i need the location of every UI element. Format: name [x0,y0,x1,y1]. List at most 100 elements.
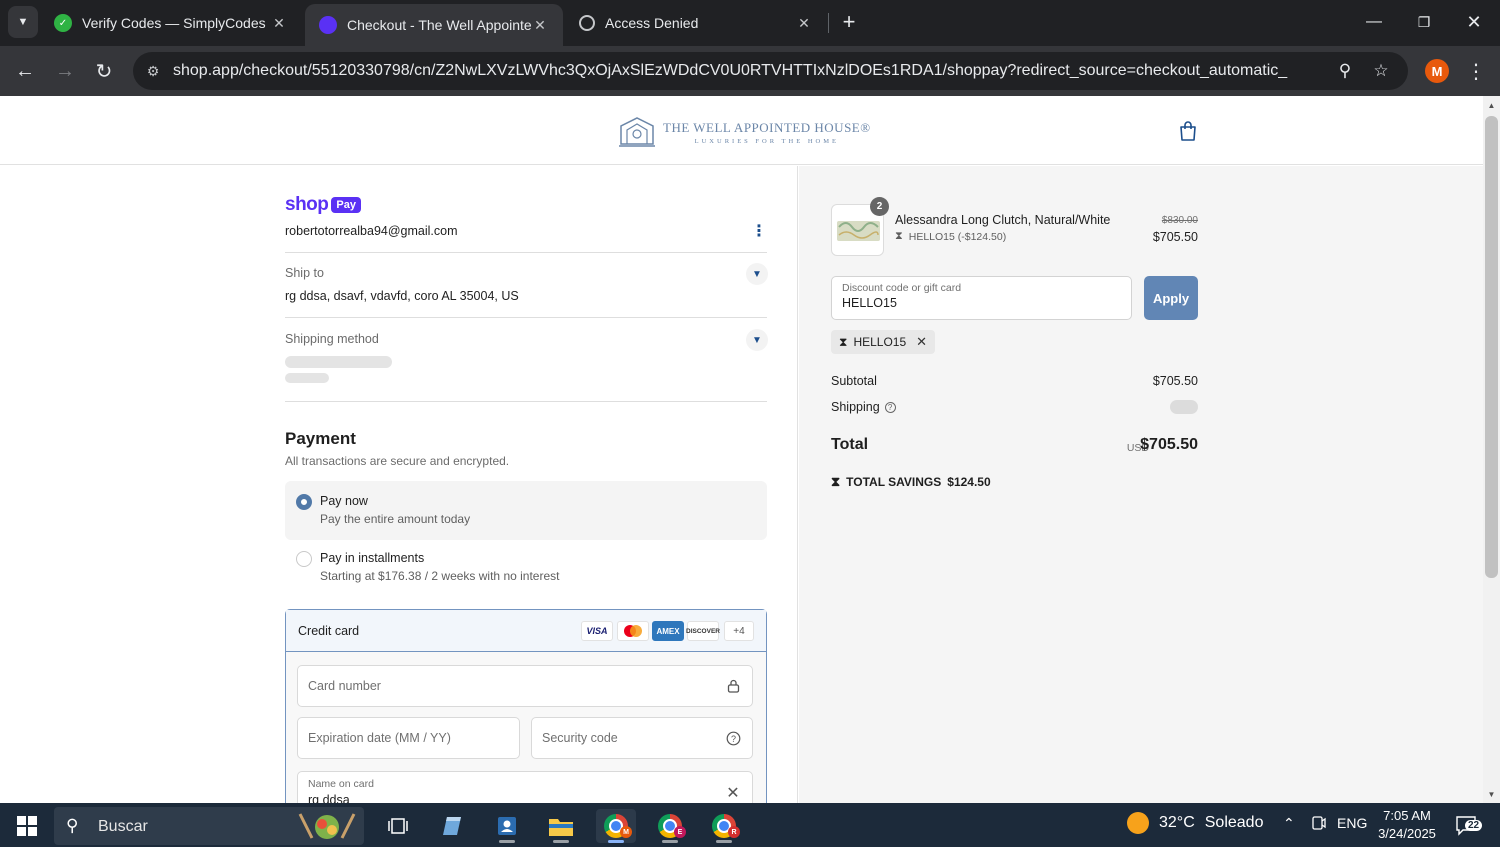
profile-avatar[interactable]: M [1425,59,1449,83]
tab-bar: ▼ ✓ Verify Codes — SimplyCodes ✕ Checkou… [0,0,1500,46]
language-indicator[interactable]: ENG [1337,815,1367,831]
back-button[interactable]: ← [10,56,40,86]
tab-checkout[interactable]: Checkout - The Well Appointed ✕ [305,4,563,46]
pay-installments-radio[interactable] [296,551,312,567]
order-summary: 2 Alessandra Long Clutch, Natural/White … [799,166,1483,803]
security-code-placeholder: Security code [542,731,618,745]
bookmark-star-icon[interactable]: ☆ [1370,60,1392,82]
name-on-card-field[interactable]: Name on card rg ddsa ✕ [297,771,753,803]
start-button[interactable] [8,811,46,841]
search-icon: ⚲ [66,816,79,835]
search-highlight-icon [298,813,356,839]
task-view-button[interactable] [378,809,418,843]
discount-code-input[interactable]: Discount code or gift card HELLO15 [831,276,1132,320]
shop-pay-logo: shop Pay [285,194,361,216]
close-tab-icon[interactable]: ✕ [270,15,288,32]
shipping-method-expand-button[interactable]: ▼ [746,329,768,351]
security-code-field[interactable]: Security code ? [531,717,753,759]
discount-code-label: Discount code or gift card [842,282,962,294]
help-icon[interactable]: ? [724,729,742,747]
meet-now-icon[interactable] [1310,815,1326,834]
logo-tagline: LUXURIES FOR THE HOME [694,137,839,145]
shipping-method-label: Shipping method [285,332,379,346]
taskbar-search-placeholder: Buscar [98,818,148,835]
page-scrollbar[interactable]: ▲ ▼ [1483,96,1500,803]
taskbar-app-chrome-m[interactable]: M [596,809,636,843]
pay-now-radio[interactable] [296,494,312,510]
tab-search-button[interactable]: ▼ [8,6,38,38]
credit-card-title: Credit card [298,624,360,638]
browser-menu-icon[interactable]: ⋮ [1464,58,1488,84]
remove-discount-icon[interactable]: ✕ [916,334,927,350]
chevron-down-icon: ▼ [752,268,762,280]
tag-icon: ⧗ [839,334,848,349]
more-card-brands: +4 [724,621,754,641]
discounted-price: $705.50 [1152,230,1198,244]
checkout-page: THE WELL APPOINTED HOUSE® LUXURIES FOR T… [0,96,1483,803]
credit-card-header[interactable]: Credit card VISA AMEX DISCOVER +4 [286,610,766,652]
discount-code-value[interactable]: HELLO15 [842,296,897,310]
total-savings: ⧗ TOTAL SAVINGS $124.50 [831,474,991,490]
close-icon: ✕ [1466,11,1482,32]
checkout-form-column: shop Pay robertotorrealba94@gmail.com ⋮ … [0,166,798,803]
site-info-icon[interactable]: ⚙ [143,61,163,81]
tab-separator [828,13,829,33]
new-tab-button[interactable]: + [835,8,863,36]
applied-discount-chip: ⧗ HELLO15 ✕ [831,330,936,354]
credit-card-panel: Credit card VISA AMEX DISCOVER +4 Card n… [285,609,767,803]
payment-title: Payment [285,429,356,448]
apply-button[interactable]: Apply [1144,276,1198,320]
option-subtitle: Starting at $176.38 / 2 weeks with no in… [320,569,560,583]
system-clock[interactable]: 7:05 AM 3/24/2025 [1372,807,1442,843]
url-text[interactable]: shop.app/checkout/55120330798/cn/Z2NwLXV… [173,62,1288,80]
pay-installments-option[interactable]: Pay in installments Starting at $176.38 … [285,538,767,597]
card-number-field[interactable]: Card number [297,665,753,707]
close-tab-icon[interactable]: ✕ [795,15,813,32]
clear-icon[interactable]: ✕ [724,784,742,802]
expiration-date-field[interactable]: Expiration date (MM / YY) [297,717,520,759]
name-on-card-value[interactable]: rg ddsa [308,793,350,803]
shipping-help-icon[interactable]: ? [884,402,896,414]
visa-icon: VISA [581,621,613,641]
restore-button[interactable]: ❐ [1410,8,1438,36]
store-logo[interactable]: THE WELL APPOINTED HOUSE® LUXURIES FOR T… [617,112,877,152]
account-menu-icon[interactable]: ⋮ [750,221,768,241]
reload-button[interactable]: ↻ [89,56,119,86]
scrollbar-thumb[interactable] [1485,116,1498,578]
ship-to-expand-button[interactable]: ▼ [746,263,768,285]
running-indicator [499,840,515,843]
taskbar-app-file-explorer[interactable] [541,809,581,843]
zoom-icon[interactable]: ⚲ [1334,60,1356,82]
option-subtitle: Pay the entire amount today [320,512,471,526]
taskbar-app-contacts[interactable] [487,809,527,843]
address-bar[interactable]: ⚙ shop.app/checkout/55120330798/cn/Z2NwL… [133,52,1408,90]
shopping-bag-icon[interactable] [1177,120,1199,142]
restore-icon: ❐ [1417,13,1431,30]
notification-center[interactable]: 22 [1455,814,1483,836]
taskbar-app-notes[interactable] [433,809,473,843]
weather-widget[interactable]: 32°C Soleado [1127,812,1263,834]
forward-button[interactable]: → [50,56,80,86]
browser-toolbar: ← → ↻ ⚙ shop.app/checkout/55120330798/cn… [0,46,1500,96]
product-discount-text: HELLO15 (-$124.50) [908,230,1007,243]
lock-icon [724,677,742,695]
minimize-icon: — [1366,13,1382,30]
scroll-up-icon[interactable]: ▲ [1483,98,1500,112]
svg-text:?: ? [730,734,735,744]
amex-icon: AMEX [652,621,684,641]
minimize-button[interactable]: — [1360,8,1388,36]
close-tab-icon[interactable]: ✕ [531,17,549,34]
taskbar-search[interactable]: ⚲ Buscar [54,807,364,845]
running-indicator [716,840,732,843]
arrow-right-icon: → [55,59,75,82]
scroll-down-icon[interactable]: ▼ [1483,787,1500,801]
taskbar-app-chrome-r[interactable]: R [704,809,744,843]
pay-now-option[interactable]: Pay now Pay the entire amount today [285,481,767,540]
tab-access-denied[interactable]: Access Denied ✕ [565,0,827,46]
show-hidden-icons-icon[interactable]: ⌃ [1283,815,1295,832]
close-window-button[interactable]: ✕ [1460,8,1488,36]
tab-verify-codes[interactable]: ✓ Verify Codes — SimplyCodes ✕ [40,0,302,46]
product-discount: ⧗ HELLO15 (-$124.50) [895,230,1006,243]
divider [285,252,767,253]
taskbar-app-chrome-e[interactable]: E [650,809,690,843]
